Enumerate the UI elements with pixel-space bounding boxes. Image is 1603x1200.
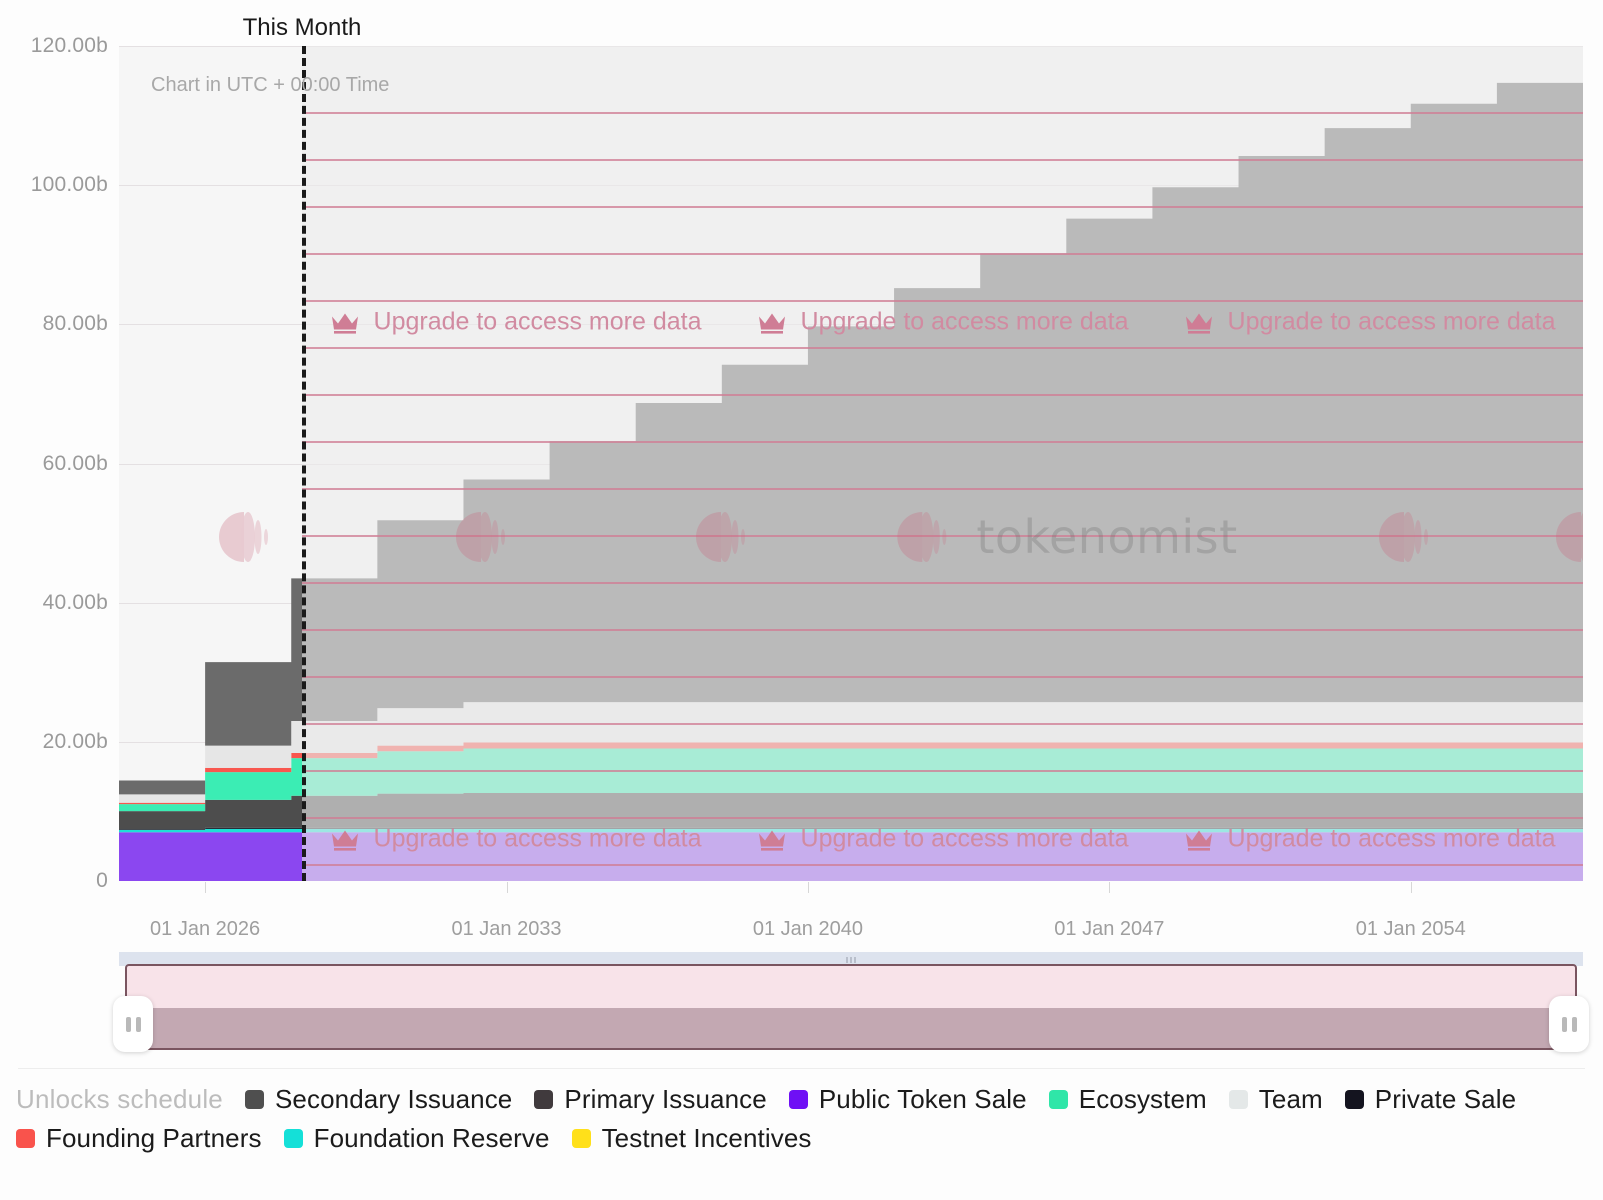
upgrade-label: Upgrade to access more data: [374, 308, 702, 337]
range-end-handle[interactable]: [1549, 996, 1589, 1052]
crown-icon: [1184, 310, 1214, 334]
x-axis-tick-label: 01 Jan 2047: [1054, 918, 1164, 941]
upgrade-label: Upgrade to access more data: [1228, 825, 1556, 854]
navigator-window[interactable]: [125, 964, 1577, 1050]
upgrade-cta[interactable]: Upgrade to access more data: [757, 825, 1129, 854]
upgrade-cta[interactable]: Upgrade to access more data: [1184, 308, 1556, 337]
legend-swatch: [572, 1129, 591, 1148]
pan-handle-icon[interactable]: [840, 957, 862, 963]
y-axis-tick-label: 20.00b: [0, 730, 108, 754]
legend-item-team[interactable]: Team: [1229, 1084, 1323, 1115]
legend-swatch: [1345, 1090, 1364, 1109]
legend-divider: [18, 1068, 1585, 1069]
y-axis-tick-label: 60.00b: [0, 452, 108, 476]
legend-label: Ecosystem: [1079, 1084, 1207, 1115]
legend-item-secondary-issuance[interactable]: Secondary Issuance: [245, 1084, 512, 1115]
range-selector[interactable]: [119, 952, 1583, 1050]
chart-page: 0 20.00b 40.00b 60.00b 80.00b 100.00b 120.00b: [0, 0, 1603, 1200]
upgrade-label: Upgrade to access more data: [801, 308, 1129, 337]
legend-swatch: [789, 1090, 808, 1109]
x-axis-tick-label: 01 Jan 2026: [150, 918, 260, 941]
x-axis-tick: [507, 882, 508, 893]
x-axis-tick-label: 01 Jan 2054: [1356, 918, 1466, 941]
current-month-marker: [302, 46, 306, 881]
chart-legend: Unlocks schedule Secondary Issuance Prima…: [16, 1084, 1586, 1154]
upgrade-cta[interactable]: Upgrade to access more data: [330, 308, 702, 337]
legend-item-ecosystem[interactable]: Ecosystem: [1049, 1084, 1207, 1115]
crown-icon: [1184, 827, 1214, 851]
upgrade-cta[interactable]: Upgrade to access more data: [1184, 825, 1556, 854]
upgrade-label: Upgrade to access more data: [1228, 308, 1556, 337]
legend-item-foundation-reserve[interactable]: Foundation Reserve: [284, 1123, 550, 1154]
legend-swatch: [16, 1129, 35, 1148]
legend-swatch: [284, 1129, 303, 1148]
x-axis-tick: [1411, 882, 1412, 893]
upgrade-label: Upgrade to access more data: [801, 825, 1129, 854]
x-axis-tick-label: 01 Jan 2040: [753, 918, 863, 941]
legend-swatch: [534, 1090, 553, 1109]
y-axis-tick-label: 0: [0, 869, 108, 893]
legend-swatch: [245, 1090, 264, 1109]
legend-label: Testnet Incentives: [602, 1123, 812, 1154]
legend-swatch: [1229, 1090, 1248, 1109]
legend-label: Private Sale: [1375, 1084, 1516, 1115]
legend-item-founding-partners[interactable]: Founding Partners: [16, 1123, 262, 1154]
upgrade-banner-top[interactable]: Upgrade to access more data Upgrade to a…: [302, 308, 1583, 337]
upgrade-banner-bottom[interactable]: Upgrade to access more data Upgrade to a…: [302, 825, 1583, 854]
legend-item-testnet-incentives[interactable]: Testnet Incentives: [572, 1123, 812, 1154]
legend-label: Primary Issuance: [564, 1084, 766, 1115]
current-month-label: This Month: [243, 14, 362, 42]
upgrade-cta[interactable]: Upgrade to access more data: [757, 308, 1129, 337]
legend-label: Public Token Sale: [819, 1084, 1027, 1115]
legend-item-primary-issuance[interactable]: Primary Issuance: [534, 1084, 766, 1115]
legend-label: Team: [1259, 1084, 1323, 1115]
upgrade-cta[interactable]: Upgrade to access more data: [330, 825, 702, 854]
x-axis-tick: [1109, 882, 1110, 893]
range-start-handle[interactable]: [113, 996, 153, 1052]
crown-icon: [330, 310, 360, 334]
legend-item-public-token-sale[interactable]: Public Token Sale: [789, 1084, 1027, 1115]
legend-swatch: [1049, 1090, 1068, 1109]
x-axis-tick-label: 01 Jan 2033: [451, 918, 561, 941]
legend-item-private-sale[interactable]: Private Sale: [1345, 1084, 1516, 1115]
y-axis-tick-label: 120.00b: [0, 34, 108, 58]
legend-label: Foundation Reserve: [314, 1123, 550, 1154]
stacked-area-series: [119, 46, 1583, 881]
y-axis-tick-label: 80.00b: [0, 312, 108, 336]
y-axis-tick-label: 40.00b: [0, 591, 108, 615]
series-paths: [119, 46, 1583, 881]
y-axis-tick-label: 100.00b: [0, 173, 108, 197]
crown-icon: [757, 310, 787, 334]
crown-icon: [330, 827, 360, 851]
x-axis-tick: [205, 882, 206, 893]
legend-label: Secondary Issuance: [275, 1084, 512, 1115]
upgrade-label: Upgrade to access more data: [374, 825, 702, 854]
utc-note: Chart in UTC + 00:00 Time: [151, 74, 389, 97]
navigator-series: [127, 1008, 1575, 1048]
area-series-secondary-issuance: [119, 65, 1583, 794]
legend-title: Unlocks schedule: [16, 1084, 223, 1115]
legend-label: Founding Partners: [46, 1123, 262, 1154]
crown-icon: [757, 827, 787, 851]
x-axis-tick: [808, 882, 809, 893]
plot-area: Upgrade to access more data Upgrade to a…: [119, 46, 1583, 881]
unlocks-schedule-chart: 0 20.00b 40.00b 60.00b 80.00b 100.00b 120.00b: [0, 0, 1603, 940]
